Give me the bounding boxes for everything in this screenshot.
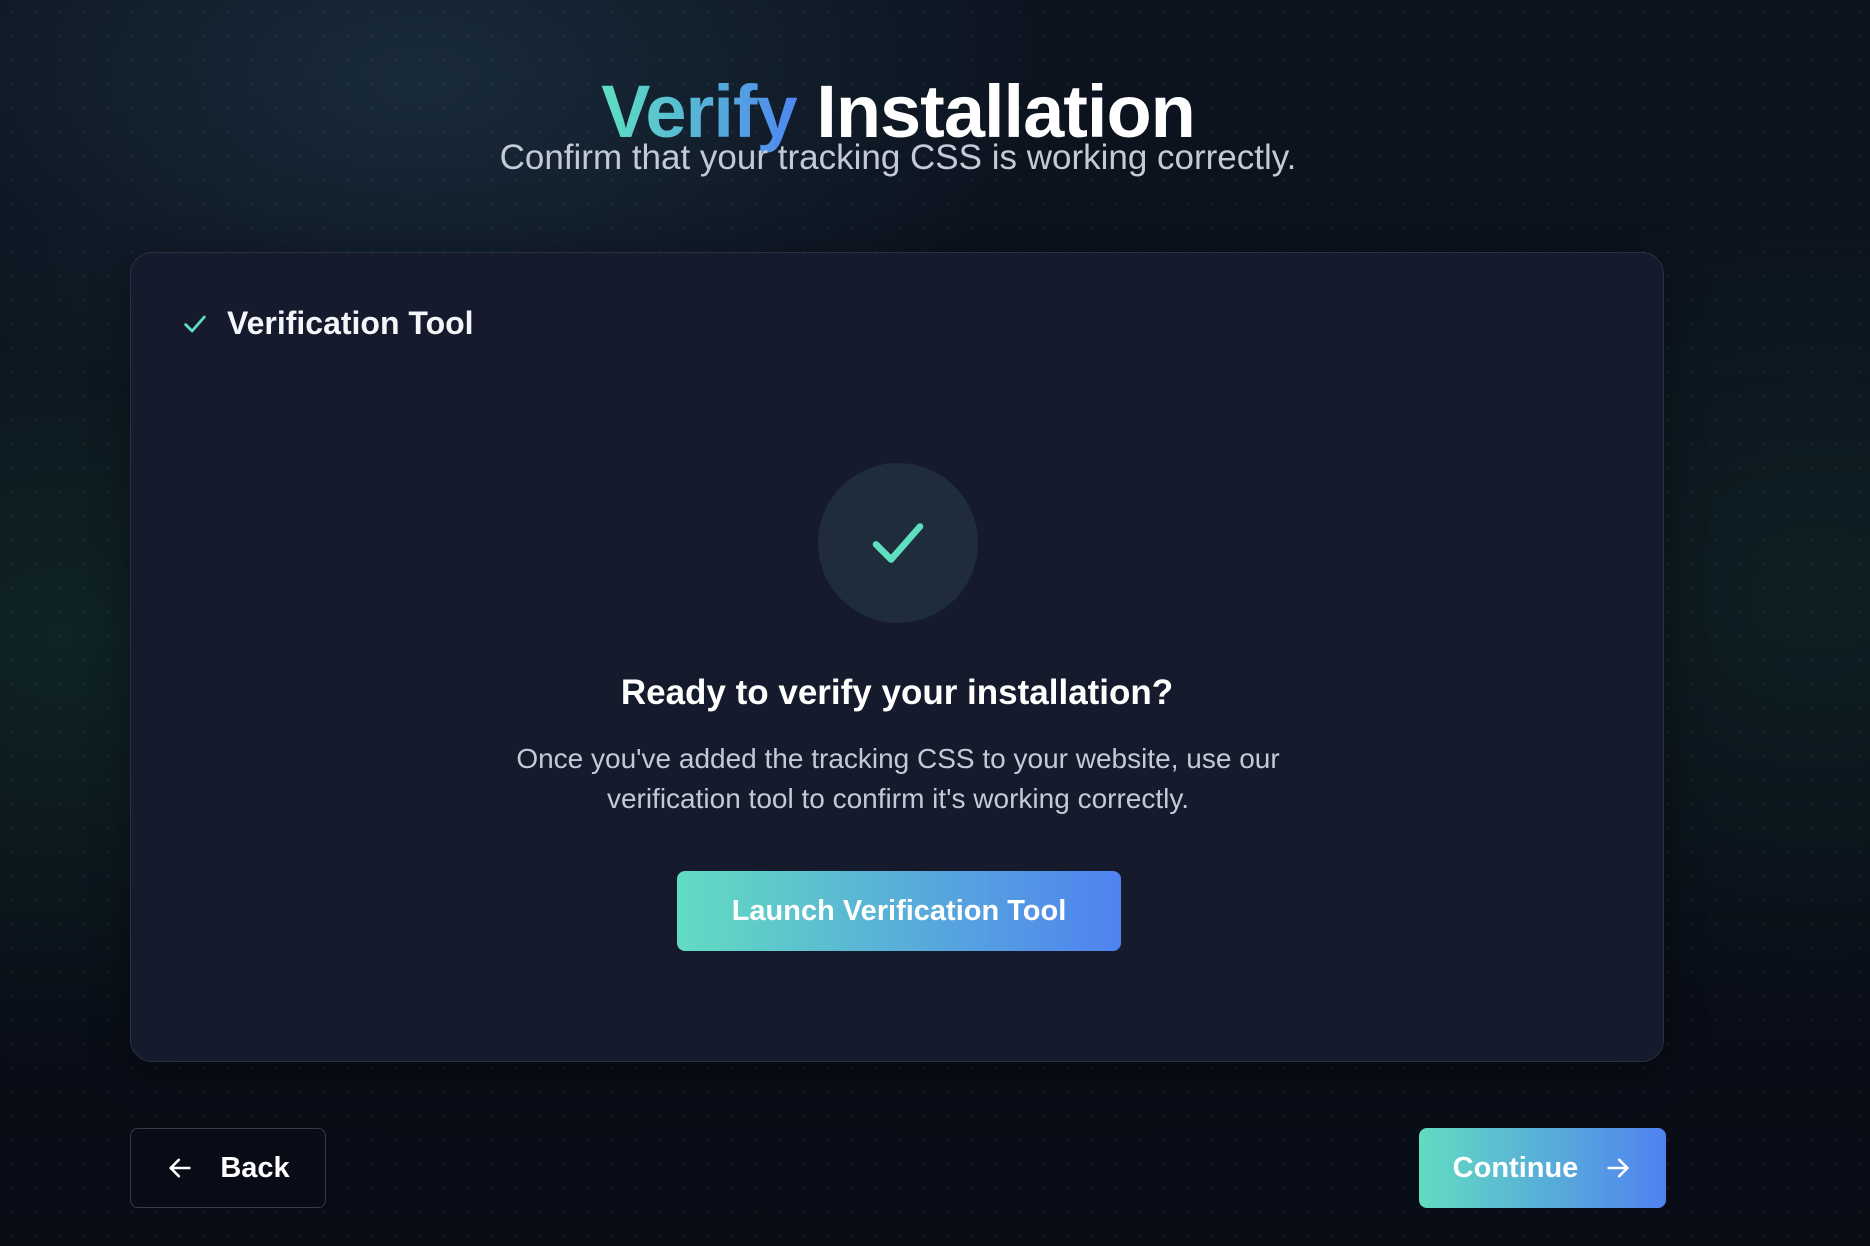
arrow-right-icon <box>1607 1158 1629 1178</box>
verification-card: Verification Tool Ready to verify your i… <box>130 252 1664 1062</box>
success-status-circle <box>818 463 978 623</box>
arrow-left-icon <box>169 1158 191 1178</box>
card-header: Verification Tool <box>181 305 474 342</box>
back-button[interactable]: Back <box>130 1128 326 1208</box>
check-icon <box>184 315 206 332</box>
page-subtitle: Confirm that your tracking CSS is workin… <box>499 138 1297 177</box>
continue-button[interactable]: Continue <box>1419 1128 1666 1208</box>
launch-verification-tool-button[interactable]: Launch Verification Tool <box>677 871 1121 951</box>
card-header-label: Verification Tool <box>227 305 474 341</box>
back-button-label: Back <box>220 1151 290 1184</box>
check-icon <box>872 523 924 563</box>
card-heading: Ready to verify your installation? <box>620 673 1174 712</box>
card-description: Once you've added the tracking CSS to yo… <box>516 743 1280 814</box>
continue-button-label: Continue <box>1452 1151 1579 1184</box>
launch-button-label: Launch Verification Tool <box>731 894 1067 927</box>
